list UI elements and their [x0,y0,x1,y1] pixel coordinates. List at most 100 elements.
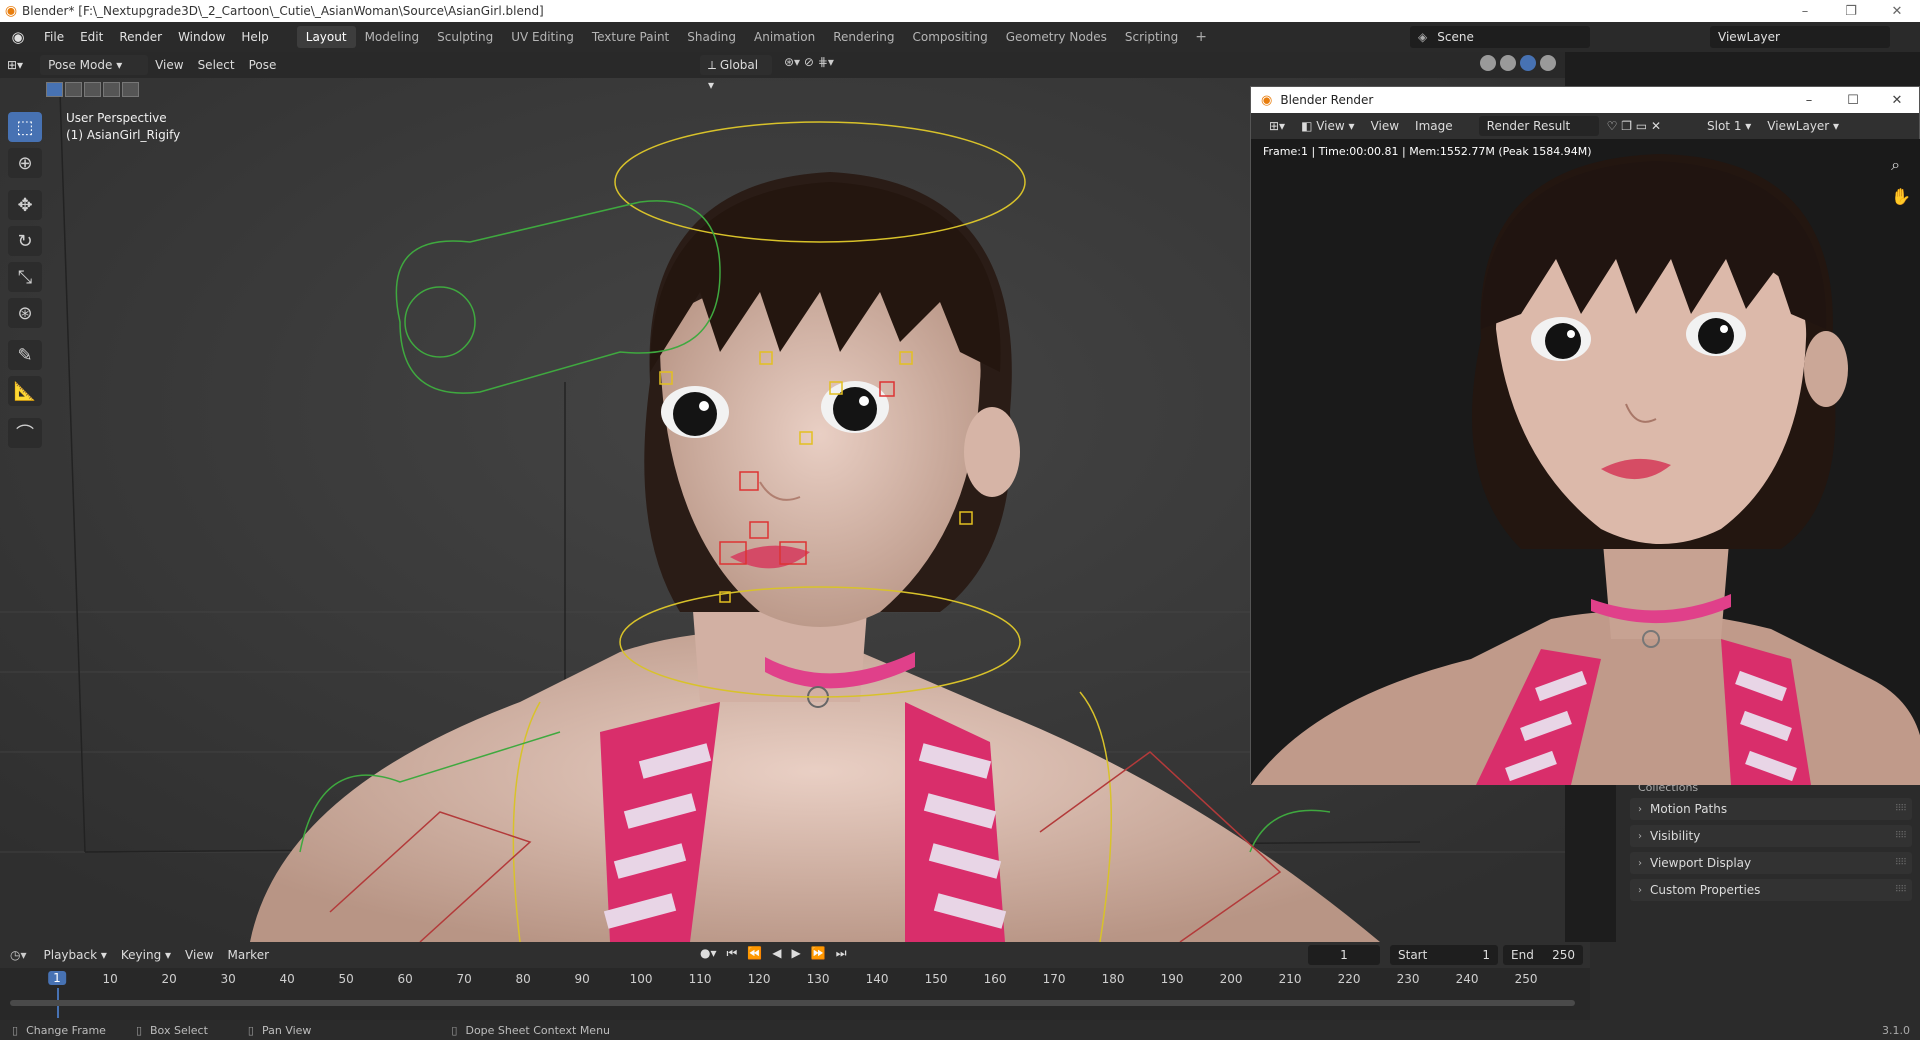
perspective-label: User Perspective [66,111,167,125]
tab-scripting[interactable]: Scripting [1116,26,1187,48]
viewport-menu-select[interactable]: Select [191,58,242,72]
start-frame-field[interactable]: Start 1 [1390,945,1498,965]
annotate-tool-icon[interactable]: ✎ [8,340,42,370]
render-maximize-button[interactable]: ☐ [1831,93,1875,108]
current-frame-field[interactable]: 1 [1308,945,1380,965]
timeline-header: ◷▾ Playback ▾ Keying ▾ View Marker ●▾ ⏮ … [0,942,1590,968]
image-view-mode-selector[interactable]: ◧ View ▾ [1293,119,1362,133]
image-datablock-icons[interactable]: ♡ ❐ ▭ ✕ [1599,119,1669,133]
select-mode-subtract-button[interactable] [84,82,101,97]
shading-material-button[interactable] [1520,55,1536,71]
zoom-icon[interactable]: ⌕ [1891,149,1911,181]
render-close-button[interactable]: ✕ [1875,93,1919,108]
rotate-tool-icon[interactable]: ↻ [8,226,42,256]
panel-visibility[interactable]: › Visibility ⠿⠿ [1630,825,1912,847]
render-view-layer-selector[interactable]: ViewLayer ▾ [1759,119,1847,133]
menu-window[interactable]: Window [170,22,233,52]
measure-tool-icon[interactable]: 📐 [8,376,42,406]
slot-selector[interactable]: Slot 1 ▾ [1699,119,1759,133]
image-editor-type-icon[interactable]: ⊞▾ [1261,119,1293,133]
drag-grip-icon[interactable]: ⠿⠿ [1895,804,1907,814]
image-datablock-field[interactable]: Render Result [1478,116,1599,136]
timeline-scrollbar[interactable] [10,1000,1575,1006]
frame-ruler[interactable]: 1 10 20 30 40 50 60 70 80 90 100 110 120 130 140 150 160… [0,968,1590,990]
viewport-menu-pose[interactable]: Pose [242,58,284,72]
pivot-snap-icons[interactable]: ⊛▾ ⊘ ⋕▾ [784,55,834,69]
tab-compositing[interactable]: Compositing [903,26,996,48]
drag-grip-icon[interactable]: ⠿⠿ [1895,831,1907,841]
window-controls: – ❐ ✕ [1782,0,1920,22]
panel-custom-properties[interactable]: › Custom Properties ⠿⠿ [1630,879,1912,901]
tab-layout[interactable]: Layout [296,26,356,48]
frame-tick: 40 [279,972,295,986]
view-layer-selector[interactable]: ViewLayer [1710,26,1890,48]
select-mode-invert-button[interactable] [103,82,120,97]
transform-orientation-selector[interactable]: ⟂ Global ▾ [700,55,772,92]
panel-motion-paths[interactable]: › Motion Paths ⠿⠿ [1630,798,1912,820]
menu-edit[interactable]: Edit [72,22,111,52]
menu-help[interactable]: Help [233,22,276,52]
blender-menu-icon[interactable]: ◉ [0,28,36,46]
timeline-editor-type-icon[interactable]: ◷▾ [0,948,37,962]
timeline-menu-marker[interactable]: Marker [221,948,276,962]
menu-file[interactable]: File [36,22,72,52]
tab-animation[interactable]: Animation [745,26,824,48]
jump-end-icon[interactable]: ⏭ [836,946,847,961]
add-workspace-icon[interactable]: + [1187,29,1215,45]
tab-rendering[interactable]: Rendering [824,26,903,48]
frame-tick: 100 [629,972,653,986]
jump-start-icon[interactable]: ⏮ [727,946,738,961]
play-icon[interactable]: ▶ [792,946,801,961]
pan-hand-icon[interactable]: ✋ [1891,181,1911,213]
cursor-tool-icon[interactable]: ⊕ [8,148,42,178]
tab-modeling[interactable]: Modeling [356,26,429,48]
render-minimize-button[interactable]: – [1787,93,1831,108]
scale-tool-icon[interactable]: ⤡ [8,262,42,292]
select-mode-new-button[interactable] [46,82,63,97]
timeline-menu-playback[interactable]: Playback ▾ [37,948,114,962]
timeline-menu-view[interactable]: View [178,948,220,962]
minimize-button[interactable]: – [1782,0,1828,22]
transform-tool-icon[interactable]: ⊛ [8,298,42,328]
timeline-menu-keying[interactable]: Keying ▾ [114,948,178,962]
jump-keyframe-forward-icon[interactable]: ⏩ [811,946,826,961]
shading-wireframe-button[interactable] [1480,55,1496,71]
panel-viewport-display[interactable]: › Viewport Display ⠿⠿ [1630,852,1912,874]
frame-tick: 200 [1219,972,1243,986]
active-object-label: (1) AsianGirl_Rigify [66,128,181,142]
status-change-frame: ▯ Change Frame [12,1024,106,1037]
drag-grip-icon[interactable]: ⠿⠿ [1895,858,1907,868]
tab-texture-paint[interactable]: Texture Paint [583,26,678,48]
tab-sculpting[interactable]: Sculpting [428,26,502,48]
end-frame-field[interactable]: End 250 [1503,945,1583,965]
jump-keyframe-back-icon[interactable]: ⏪ [747,946,762,961]
image-menu-view[interactable]: View [1363,119,1407,133]
close-button[interactable]: ✕ [1874,0,1920,22]
tab-shading[interactable]: Shading [678,26,745,48]
shading-rendered-button[interactable] [1540,55,1556,71]
menu-render[interactable]: Render [111,22,170,52]
blender-logo-icon: ◉ [4,3,18,19]
tab-uv-editing[interactable]: UV Editing [502,26,583,48]
image-menu-image[interactable]: Image [1407,119,1461,133]
editor-type-icon[interactable]: ⊞▾ [0,58,30,72]
mode-selector[interactable]: Pose Mode ▾ [40,55,149,75]
move-tool-icon[interactable]: ✥ [8,190,42,220]
image-editor-header: ⊞▾ ◧ View ▾ View Image Render Result ♡ ❐… [1251,113,1919,139]
tab-geometry-nodes[interactable]: Geometry Nodes [997,26,1116,48]
shading-solid-button[interactable] [1500,55,1516,71]
maximize-button[interactable]: ❐ [1828,0,1874,22]
select-mode-extend-button[interactable] [65,82,82,97]
render-canvas[interactable]: Frame:1 | Time:00:00.81 | Mem:1552.77M (… [1251,139,1920,785]
start-label: Start [1398,948,1428,962]
timeline-editor[interactable]: ◷▾ Playback ▾ Keying ▾ View Marker ●▾ ⏮ … [0,942,1590,1020]
workspace-tabs: Layout Modeling Sculpting UV Editing Tex… [296,22,1215,52]
record-icon[interactable]: ●▾ [700,946,717,961]
viewport-menu-view[interactable]: View [148,58,190,72]
select-mode-intersect-button[interactable] [122,82,139,97]
relax-pose-tool-icon[interactable]: ⌒ [8,418,42,448]
scene-selector[interactable]: ◈ Scene [1410,26,1590,48]
play-reverse-icon[interactable]: ◀ [772,946,781,961]
drag-grip-icon[interactable]: ⠿⠿ [1895,885,1907,895]
select-box-tool-icon[interactable]: ⬚ [8,112,42,142]
